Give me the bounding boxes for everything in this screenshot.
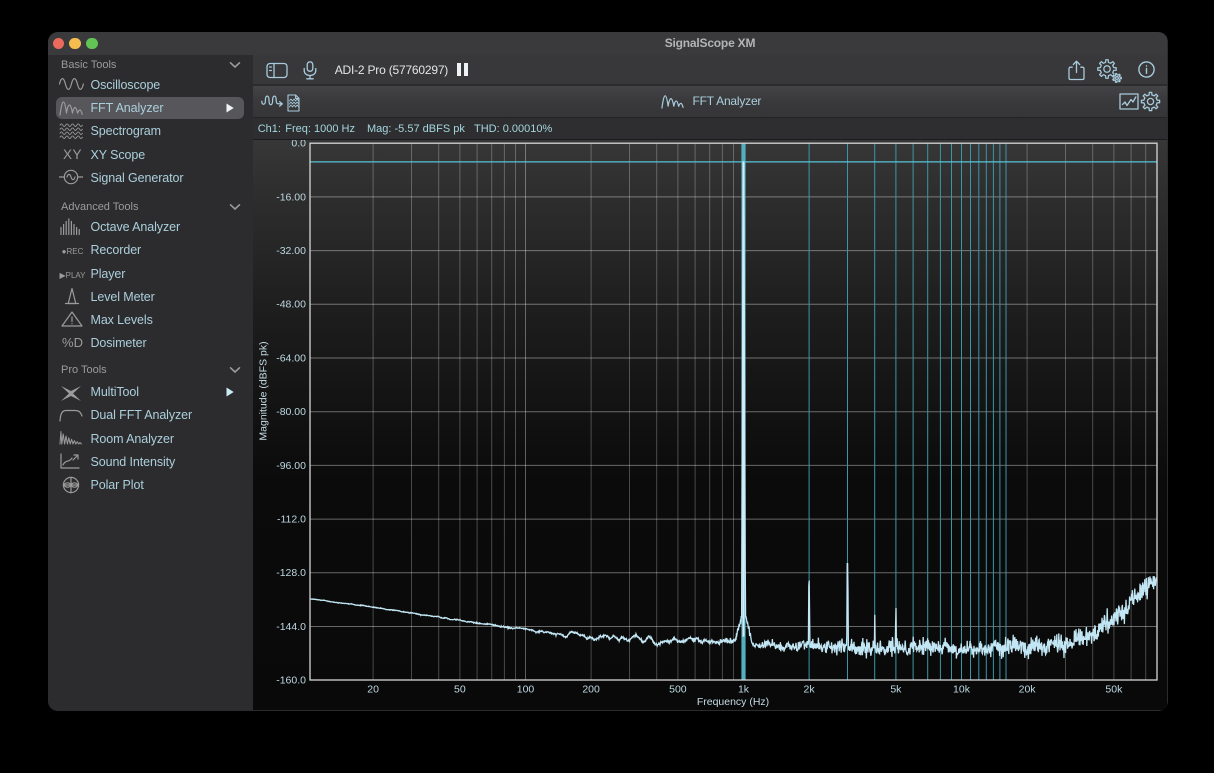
svg-text:1k: 1k (738, 683, 750, 695)
svg-text:200: 200 (582, 683, 600, 695)
svg-text:50: 50 (454, 683, 466, 695)
svg-text:100: 100 (517, 683, 535, 695)
svg-text:-48.00: -48.00 (276, 298, 306, 310)
svg-text:-112.0: -112.0 (277, 513, 306, 525)
svg-text:-96.00: -96.00 (276, 459, 306, 471)
svg-text:-80.00: -80.00 (276, 406, 306, 418)
svg-text:10k: 10k (953, 683, 971, 695)
svg-text:-144.0: -144.0 (276, 620, 306, 632)
svg-text:0.0: 0.0 (291, 140, 306, 150)
svg-text:20k: 20k (1019, 683, 1037, 695)
svg-text:20: 20 (367, 683, 379, 695)
svg-text:5k: 5k (890, 683, 902, 695)
svg-text:-32.00: -32.00 (276, 245, 306, 257)
svg-text:-160.0: -160.0 (276, 674, 306, 686)
svg-text:2k: 2k (804, 683, 816, 695)
svg-text:50k: 50k (1105, 683, 1123, 695)
svg-text:-128.0: -128.0 (276, 567, 306, 579)
svg-text:-64.00: -64.00 (276, 352, 306, 364)
svg-text:-16.00: -16.00 (276, 191, 306, 203)
svg-text:Frequency (Hz): Frequency (Hz) (697, 696, 769, 708)
svg-text:500: 500 (669, 683, 687, 695)
svg-text:Magnitude (dBFS pk): Magnitude (dBFS pk) (258, 341, 270, 440)
